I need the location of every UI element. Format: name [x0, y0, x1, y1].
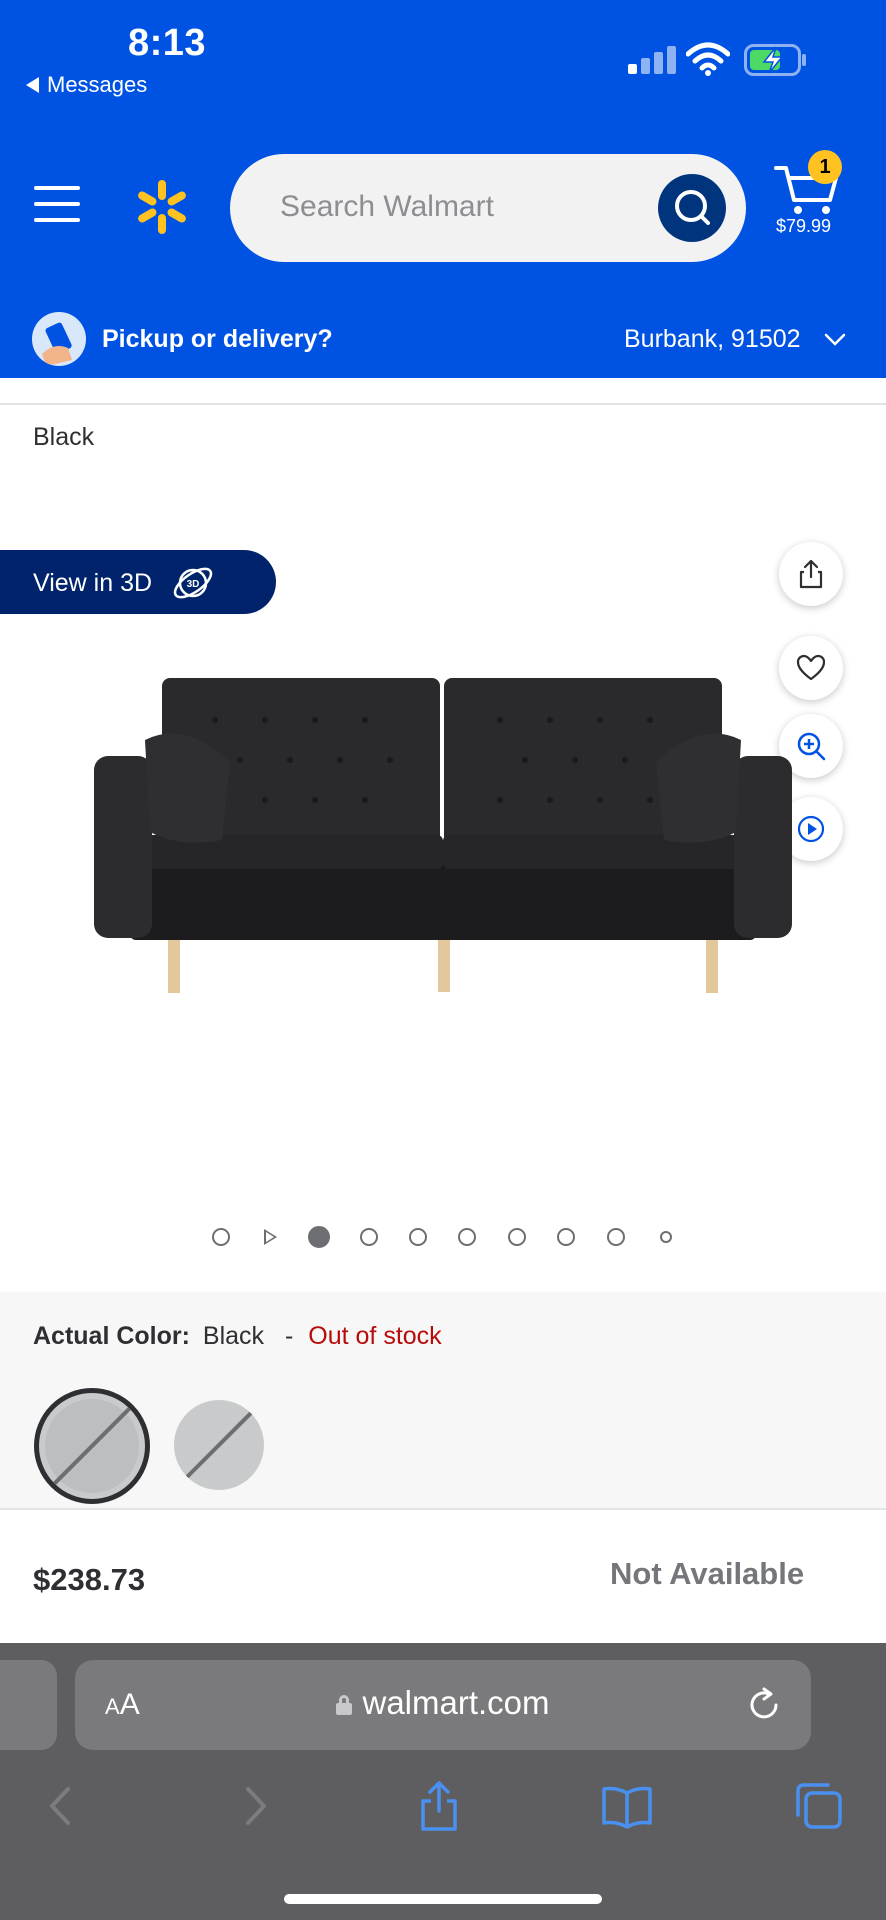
product-color-text: Black — [33, 423, 95, 451]
walmart-spark-logo[interactable] — [134, 178, 190, 236]
product-price: $238.73 — [33, 1562, 146, 1597]
share-icon[interactable] — [412, 1779, 466, 1833]
search-icon — [675, 190, 710, 225]
heart-icon — [796, 654, 826, 681]
image-carousel-indicators — [212, 1226, 672, 1248]
section-divider — [0, 403, 886, 405]
forward-icon[interactable] — [228, 1779, 282, 1833]
play-video-icon — [797, 815, 825, 843]
previous-tab-preview[interactable] — [0, 1660, 57, 1750]
actual-color-value: Black — [202, 1322, 265, 1350]
search-input[interactable]: Search Walmart — [230, 154, 746, 262]
zoom-in-icon — [797, 732, 826, 761]
cellular-signal-icon — [628, 46, 676, 74]
lock-icon — [336, 1695, 353, 1715]
url-display[interactable]: walmart.com — [75, 1684, 811, 1722]
wifi-icon — [686, 42, 730, 76]
search-placeholder: Search Walmart — [280, 190, 494, 223]
carousel-dot[interactable] — [212, 1228, 230, 1246]
store-location[interactable]: Burbank, 91502 — [624, 325, 801, 354]
view-in-3d-label: View in 3D — [33, 569, 153, 597]
stock-status: Out of stock — [308, 1322, 442, 1350]
back-to-messages[interactable]: Messages — [26, 72, 147, 98]
product-image-sofa[interactable] — [90, 670, 796, 1010]
tabs-icon[interactable] — [792, 1779, 846, 1833]
search-button[interactable] — [658, 174, 726, 242]
carousel-dot[interactable] — [508, 1228, 526, 1246]
app-header: 8:13 Messages Search Walmart 1 $79.99 Pi… — [0, 0, 886, 378]
3d-icon: 3D — [173, 567, 213, 599]
color-swatch[interactable] — [174, 1400, 264, 1490]
bookmarks-icon[interactable] — [600, 1779, 654, 1833]
home-indicator — [284, 1894, 602, 1904]
url-text: walmart.com — [362, 1684, 550, 1721]
pickup-delivery-label[interactable]: Pickup or delivery? — [102, 325, 333, 354]
variant-panel: Actual Color: Black - Out of stock — [0, 1292, 886, 1510]
battery-charging-icon — [744, 44, 806, 76]
pickup-delivery-icon — [32, 312, 86, 366]
back-label: Messages — [47, 72, 148, 97]
chevron-down-icon[interactable] — [824, 328, 846, 350]
cart-total: $79.99 — [776, 216, 832, 236]
actual-color-row: Actual Color: Black - Out of stock — [33, 1322, 442, 1351]
carousel-dot[interactable] — [660, 1231, 672, 1243]
browser-toolbar: AA walmart.com — [0, 1643, 886, 1920]
carousel-dot[interactable] — [458, 1228, 476, 1246]
share-icon — [799, 559, 823, 589]
address-bar[interactable]: AA walmart.com — [75, 1660, 811, 1750]
cart-count-badge: 1 — [808, 150, 842, 184]
carousel-dot[interactable] — [360, 1228, 378, 1246]
back-arrow-icon — [26, 77, 39, 93]
carousel-dot[interactable] — [607, 1228, 625, 1246]
color-swatch-selected[interactable] — [34, 1388, 150, 1504]
carousel-dot[interactable] — [557, 1228, 575, 1246]
status-time: 8:13 — [128, 22, 207, 64]
reload-icon[interactable] — [745, 1686, 783, 1724]
actual-color-label: Actual Color: — [33, 1322, 190, 1350]
carousel-dot-active[interactable] — [308, 1226, 330, 1248]
carousel-video-dot[interactable] — [264, 1229, 277, 1245]
carousel-dot[interactable] — [409, 1228, 427, 1246]
share-button[interactable] — [779, 542, 843, 606]
svg-text:3D: 3D — [187, 579, 200, 590]
separator: - — [285, 1322, 294, 1350]
view-in-3d-button[interactable]: View in 3D 3D — [0, 550, 276, 614]
availability-status: Not Available — [610, 1556, 805, 1591]
back-icon[interactable] — [34, 1779, 88, 1833]
hamburger-menu-icon[interactable] — [34, 186, 80, 222]
